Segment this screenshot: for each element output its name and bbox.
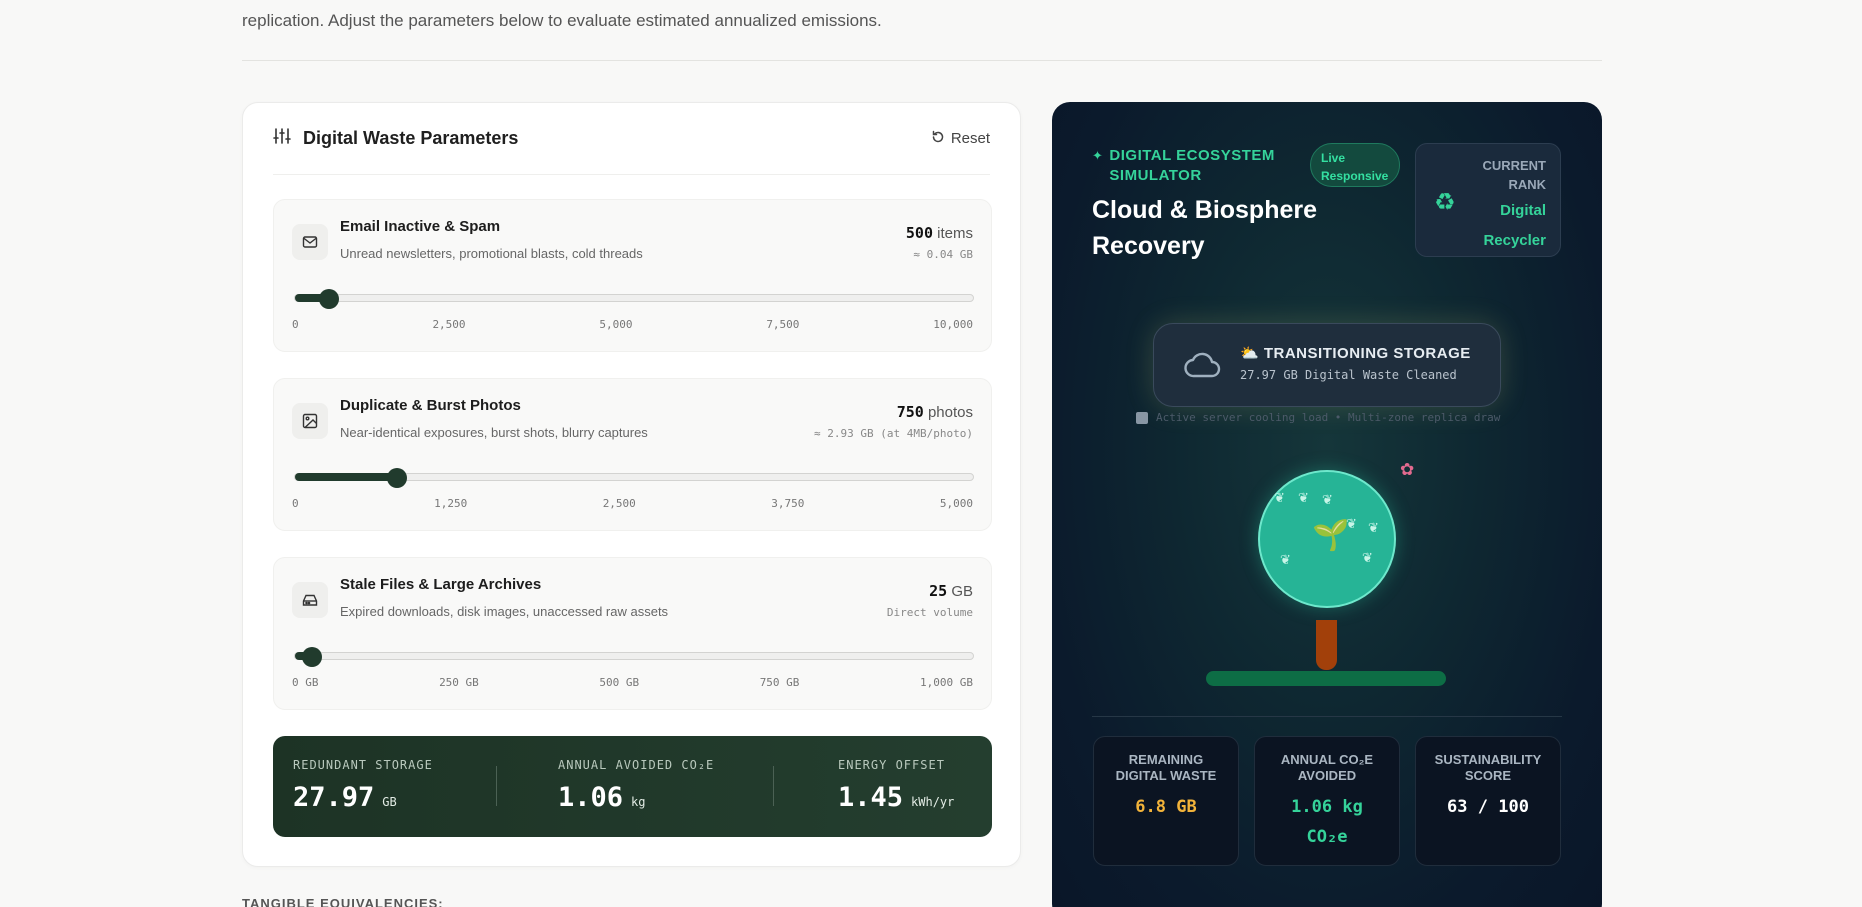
parameters-title-text: Digital Waste Parameters: [303, 128, 519, 148]
parameters-header: Digital Waste Parameters Reset: [273, 103, 990, 175]
reset-icon: [931, 130, 945, 148]
cloud-icon: [1184, 350, 1222, 385]
server-icon: [1136, 411, 1148, 424]
rank-label: CURRENT RANK: [1482, 158, 1546, 192]
status-subtitle: 27.97 GB Digital Waste Cleaned: [1240, 368, 1457, 382]
divider: [496, 766, 497, 806]
leaf-icon: ❦: [1362, 550, 1373, 565]
intro-divider: [242, 60, 1602, 61]
parameters-card: Digital Waste Parameters Reset Email Ina…: [242, 102, 1021, 867]
email-slider[interactable]: [294, 289, 974, 309]
sun-cloud-icon: ⛅: [1240, 345, 1260, 362]
summary-energy: ENERGY OFFSET 1.45 kWh/yr: [838, 758, 955, 813]
leaf-icon: ❦: [1322, 492, 1333, 507]
slider-fill: [295, 473, 397, 481]
files-slider[interactable]: [294, 647, 974, 667]
sprout-icon: 🌱: [1312, 519, 1350, 552]
simulator-title: Cloud & Biosphere Recovery: [1092, 196, 1318, 260]
mail-icon: [292, 224, 328, 260]
param-email: Email Inactive & Spam Unread newsletters…: [273, 199, 992, 352]
server-meta: Active server cooling load • Multi-zone …: [1136, 411, 1500, 424]
summary-storage: REDUNDANT STORAGE 27.97 GB: [293, 758, 433, 813]
leaf-icon: ❦: [1368, 520, 1379, 535]
recycle-icon: ♻: [1434, 189, 1456, 216]
param-sub: ≈ 0.04 GB: [913, 248, 973, 261]
param-desc: Near-identical exposures, burst shots, b…: [340, 425, 648, 440]
rank-value: Digital Recycler: [1483, 202, 1546, 249]
stat-remaining: REMAINING DIGITAL WASTE 6.8 GB: [1093, 736, 1239, 866]
param-title: Duplicate & Burst Photos: [340, 397, 521, 414]
param-value: 25 GB: [929, 582, 973, 600]
divider: [773, 766, 774, 806]
rank-card: ♻ CURRENT RANK Digital Recycler: [1415, 143, 1561, 257]
parameters-title: Digital Waste Parameters: [273, 127, 518, 150]
param-files: Stale Files & Large Archives Expired dow…: [273, 557, 992, 710]
live-badge: Live Responsive: [1310, 143, 1400, 187]
param-value: 750 photos: [896, 403, 973, 421]
summary-bar: REDUNDANT STORAGE 27.97 GB ANNUAL AVOIDED…: [273, 736, 992, 837]
leaf-icon: ❦: [1298, 490, 1309, 505]
sliders-icon: [273, 127, 291, 150]
slider-thumb[interactable]: [386, 468, 407, 488]
stat-score: SUSTAINABILITY SCORE 63 / 100: [1415, 736, 1561, 866]
slider-ticks: 0 1,250 2,500 3,750 5,000: [292, 497, 973, 510]
param-value: 500 items: [905, 224, 973, 242]
simulator-tag-text: DIGITAL ECOSYSTEM SIMULATOR: [1109, 147, 1275, 184]
reset-button[interactable]: Reset: [931, 130, 990, 148]
tree-canopy: ❦ ❦ ❦ ❦ ❦ ❦ ❦ 🌱: [1258, 470, 1396, 608]
slider-thumb[interactable]: [301, 647, 322, 667]
intro-text: replication. Adjust the parameters below…: [242, 10, 1602, 32]
param-sub: ≈ 2.93 GB (at 4MB/photo): [814, 427, 973, 440]
simulator-panel: ✦ DIGITAL ECOSYSTEM SIMULATOR Cloud & Bi…: [1052, 102, 1602, 907]
ground: [1206, 671, 1446, 686]
tangible-heading: TANGIBLE EQUIVALENCIES:: [242, 896, 444, 907]
butterfly-icon: ✿: [1400, 460, 1415, 479]
hard-drive-icon: [292, 582, 328, 618]
leaf-icon: ❦: [1274, 490, 1285, 505]
slider-thumb[interactable]: [318, 289, 339, 309]
simulator-tag: ✦ DIGITAL ECOSYSTEM SIMULATOR: [1092, 146, 1279, 186]
stat-co2-avoided: ANNUAL CO₂E AVOIDED 1.06 kg CO₂e: [1254, 736, 1400, 866]
status-title: ⛅ TRANSITIONING STORAGE: [1240, 345, 1471, 362]
slider-ticks: 0 2,500 5,000 7,500 10,000: [292, 318, 973, 331]
leaf-icon: ❦: [1280, 552, 1291, 567]
simulator-divider: [1092, 716, 1562, 717]
reset-label: Reset: [950, 130, 990, 147]
param-sub: Direct volume: [886, 606, 973, 619]
param-title: Stale Files & Large Archives: [340, 576, 542, 593]
sparkle-icon: ✦: [1092, 148, 1104, 163]
param-photos: Duplicate & Burst Photos Near-identical …: [273, 378, 992, 531]
summary-co2: ANNUAL AVOIDED CO₂E 1.06 kg: [558, 758, 715, 813]
tree-trunk: [1316, 620, 1337, 670]
param-title: Email Inactive & Spam: [340, 218, 501, 235]
param-desc: Expired downloads, disk images, unaccess…: [340, 604, 669, 619]
image-icon: [292, 403, 328, 439]
param-desc: Unread newsletters, promotional blasts, …: [340, 246, 643, 261]
intro-line: replication. Adjust the parameters below…: [242, 11, 882, 30]
photos-slider[interactable]: [294, 468, 974, 488]
slider-ticks: 0 GB 250 GB 500 GB 750 GB 1,000 GB: [292, 676, 973, 689]
storage-status: ⛅ TRANSITIONING STORAGE 27.97 GB Digital…: [1153, 323, 1501, 407]
